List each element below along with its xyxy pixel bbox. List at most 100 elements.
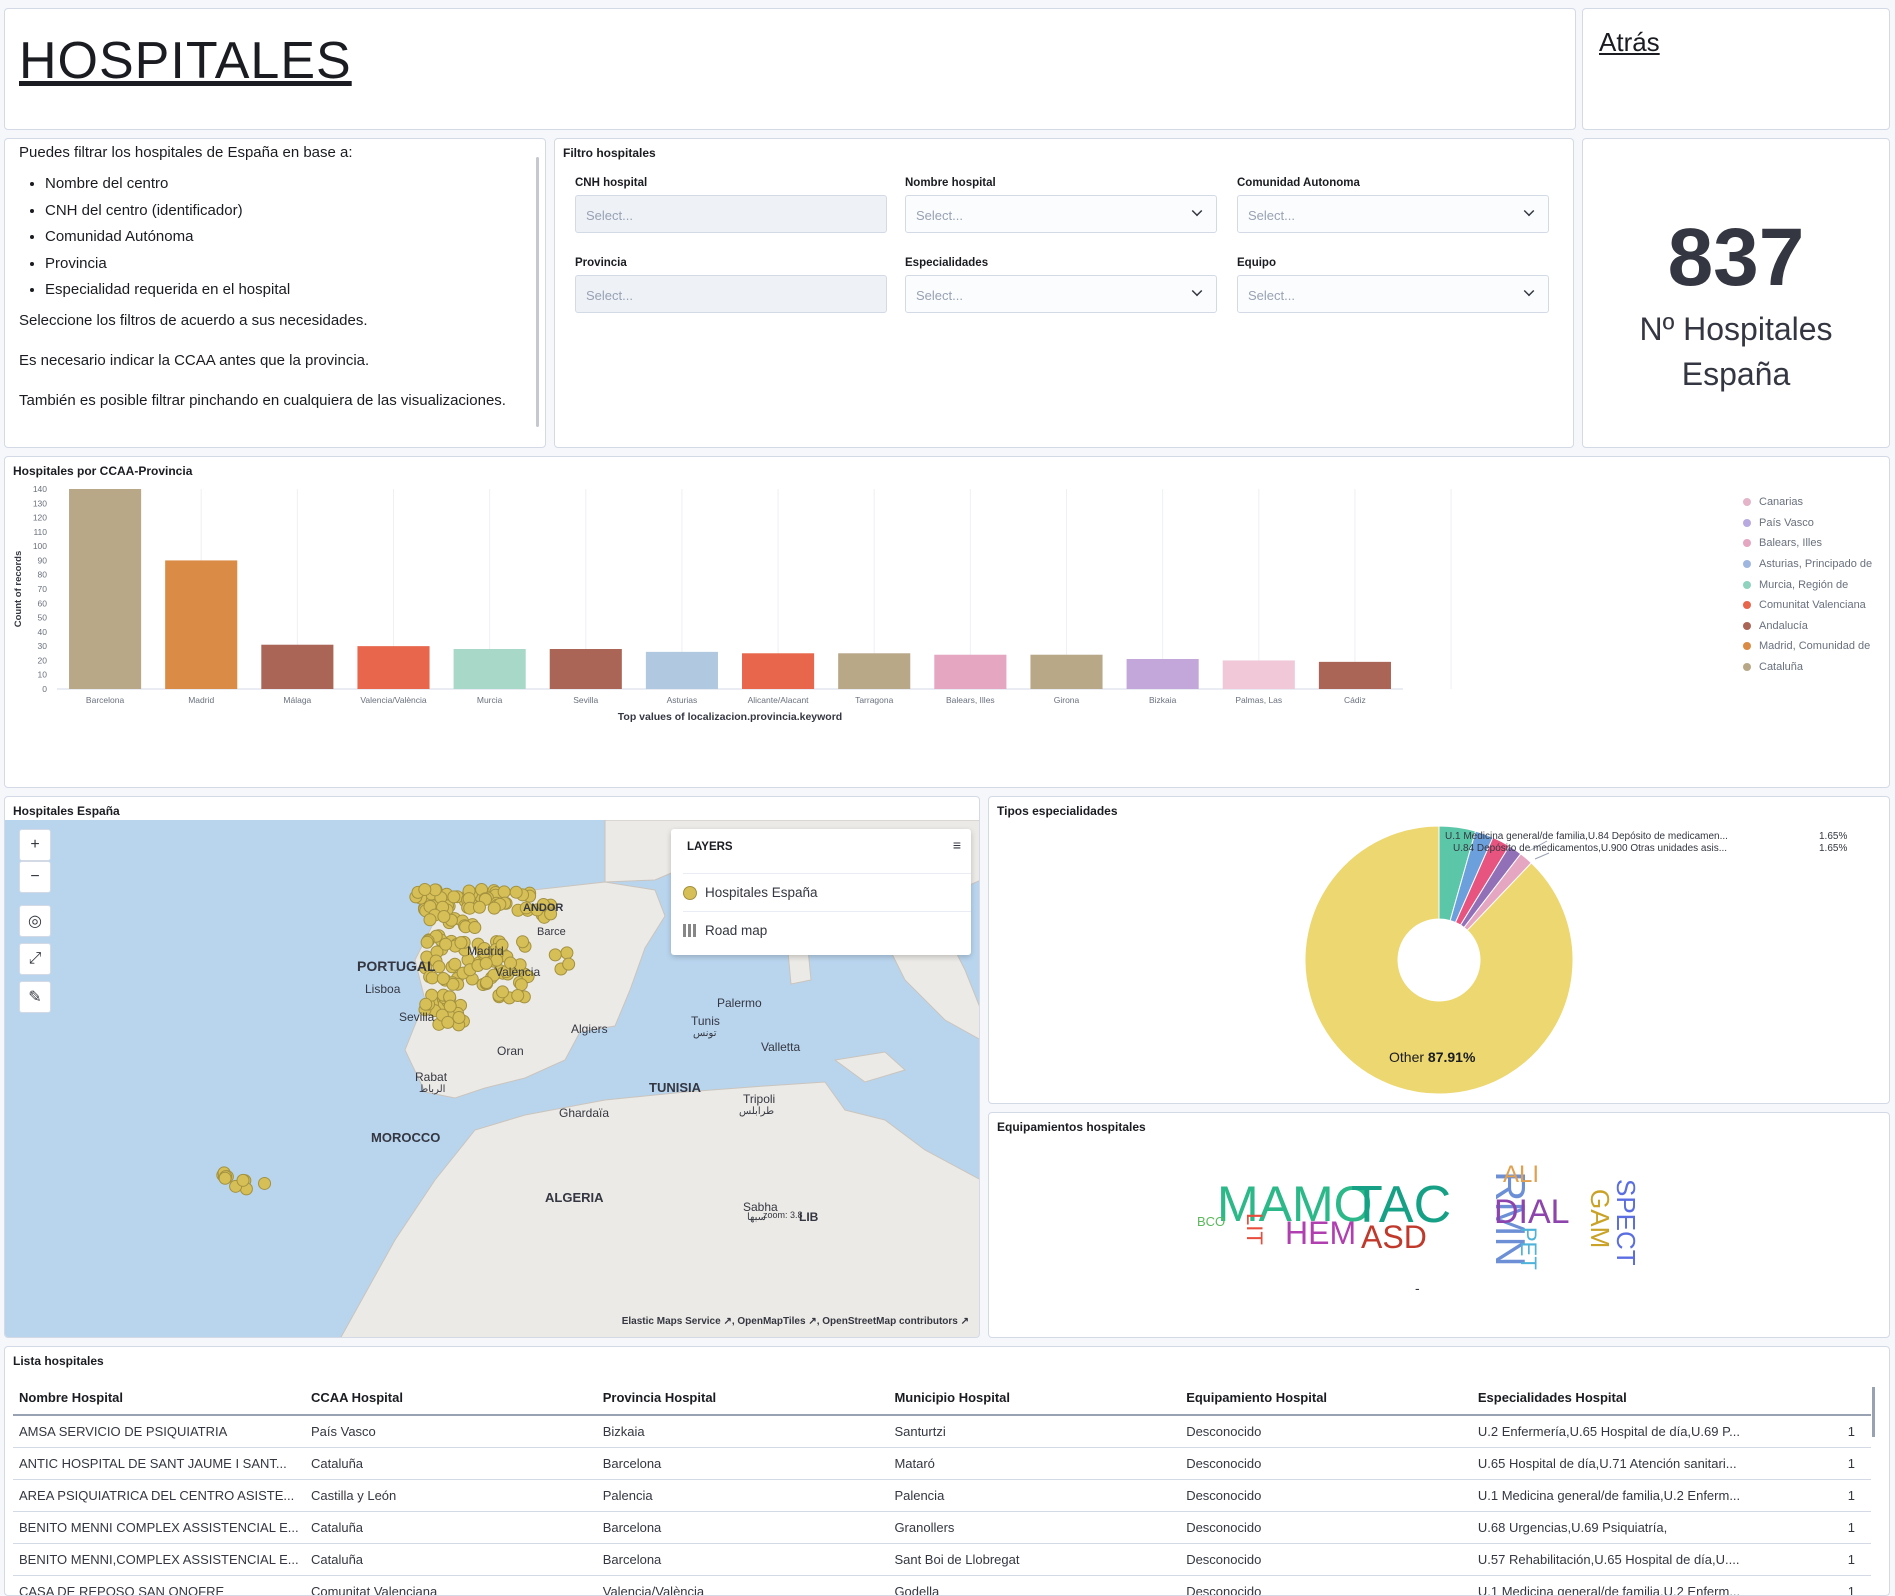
hospital-point[interactable]: [418, 882, 432, 896]
column-header[interactable]: Nombre Hospital: [13, 1381, 305, 1416]
legend-label: Asturias, Principado de: [1759, 558, 1873, 571]
ccaa-select[interactable]: Select...: [1237, 195, 1549, 233]
layer-roadmap[interactable]: Road map: [683, 911, 971, 949]
hospital-point[interactable]: [548, 948, 562, 962]
legend-item[interactable]: Cataluña: [1743, 657, 1872, 678]
cloud-word[interactable]: BCO: [1197, 1215, 1225, 1228]
hospital-point[interactable]: [516, 935, 530, 949]
cnh-select[interactable]: Select...: [575, 195, 887, 233]
hospital-point[interactable]: [468, 920, 482, 934]
column-header[interactable]: Especialidades Hospital: [1471, 1381, 1842, 1416]
hospital-point[interactable]: [495, 985, 509, 999]
equipo-select[interactable]: Select...: [1237, 275, 1549, 313]
legend-item[interactable]: Murcia, Región de: [1743, 574, 1872, 595]
nombre-select[interactable]: Select...: [905, 195, 1217, 233]
bar[interactable]: [165, 560, 238, 689]
bar[interactable]: [838, 653, 911, 689]
legend-item[interactable]: Andalucía: [1743, 616, 1872, 637]
cloud-word[interactable]: LIT: [1242, 1213, 1267, 1245]
hospital-point[interactable]: [441, 1015, 455, 1029]
bar[interactable]: [69, 489, 142, 689]
table-row[interactable]: BENITO MENNI,COMPLEX ASSISTENCIAL E... Ca…: [13, 1543, 1871, 1576]
hospital-point[interactable]: [472, 900, 486, 914]
hospital-point[interactable]: [447, 890, 461, 904]
hospital-point[interactable]: [236, 1173, 250, 1187]
hospital-point[interactable]: [436, 972, 450, 986]
bar[interactable]: [742, 653, 815, 689]
bar[interactable]: [1318, 661, 1391, 689]
legend-label: Andalucía: [1759, 619, 1808, 632]
map-attribution[interactable]: Elastic Maps Service ↗, OpenMapTiles ↗, …: [622, 1316, 969, 1327]
back-link[interactable]: Atrás: [1599, 27, 1660, 58]
hospital-point[interactable]: [423, 913, 437, 927]
locate-icon[interactable]: ◎: [19, 905, 51, 937]
column-header[interactable]: [1841, 1381, 1871, 1416]
column-header[interactable]: Provincia Hospital: [596, 1381, 889, 1416]
y-tick-label: 0: [42, 684, 47, 694]
table-row[interactable]: ANTIC HOSPITAL DE SANT JAUME I SANT... Ca…: [13, 1447, 1871, 1480]
legend-item[interactable]: Balears, Illes: [1743, 533, 1872, 554]
cloud-word[interactable]: ALI: [1503, 1163, 1539, 1187]
bar[interactable]: [1222, 660, 1295, 689]
collapse-layers-icon[interactable]: ≡: [953, 837, 961, 853]
hospital-point[interactable]: [454, 936, 468, 950]
column-header[interactable]: CCAA Hospital: [304, 1381, 597, 1416]
scrollbar[interactable]: [536, 157, 539, 427]
table-cell: Barcelona: [596, 1543, 889, 1576]
table-cell: U.57 Rehabilitación,U.65 Hospital de día…: [1471, 1543, 1842, 1576]
hospital-point[interactable]: [562, 957, 576, 971]
table-row[interactable]: AMSA SERVICIO DE PSIQUIATRIA País Vasco Bi…: [13, 1415, 1871, 1448]
hospital-point[interactable]: [437, 910, 451, 924]
legend-item[interactable]: Comunitat Valenciana: [1743, 595, 1872, 616]
hospital-point[interactable]: [420, 935, 434, 949]
hospital-point[interactable]: [479, 956, 493, 970]
column-header[interactable]: Equipamiento Hospital: [1180, 1381, 1472, 1416]
bar[interactable]: [261, 644, 334, 689]
bar[interactable]: [645, 651, 718, 689]
bar[interactable]: [1030, 654, 1103, 689]
cloud-word[interactable]: HEM: [1285, 1217, 1356, 1249]
cloud-word[interactable]: SPECT: [1611, 1179, 1641, 1266]
cloud-word[interactable]: PET: [1516, 1227, 1541, 1270]
hospital-point[interactable]: [419, 997, 433, 1011]
select-placeholder: Select...: [1248, 288, 1295, 303]
cloud-word[interactable]: DIAL: [1494, 1195, 1570, 1229]
hospital-point[interactable]: [218, 1171, 232, 1185]
filter-cnh: CNH hospital Select...: [575, 177, 887, 233]
legend-item[interactable]: País Vasco: [1743, 513, 1872, 534]
table-row[interactable]: BENITO MENNI COMPLEX ASSISTENCIAL E... Ca…: [13, 1511, 1871, 1544]
hospital-point[interactable]: [439, 937, 453, 951]
column-header[interactable]: Municipio Hospital: [888, 1381, 1181, 1416]
layer-hospitales[interactable]: Hospitales España: [683, 873, 971, 911]
scrollbar[interactable]: [1872, 1387, 1875, 1437]
bar[interactable]: [357, 646, 430, 689]
hospital-point[interactable]: [480, 976, 494, 990]
hospital-point[interactable]: [487, 901, 501, 915]
legend-item[interactable]: Asturias, Principado de: [1743, 554, 1872, 575]
cloud-word[interactable]: GAM: [1585, 1189, 1615, 1248]
zoom-out-icon[interactable]: −: [19, 861, 51, 893]
draw-tool-icon[interactable]: ✎: [19, 981, 51, 1013]
legend-item[interactable]: Madrid, Comunidad de: [1743, 636, 1872, 657]
bar[interactable]: [1126, 659, 1199, 689]
hospital-point[interactable]: [258, 1176, 272, 1190]
bar[interactable]: [934, 654, 1007, 689]
hospital-point[interactable]: [514, 978, 528, 992]
hospital-point[interactable]: [497, 885, 511, 899]
bar[interactable]: [549, 649, 622, 689]
hospital-point[interactable]: [452, 1011, 466, 1025]
table-row[interactable]: AREA PSIQUIATRICA DEL CENTRO ASISTE... Ca…: [13, 1479, 1871, 1512]
cloud-word[interactable]: ASD: [1361, 1221, 1427, 1253]
zoom-in-icon[interactable]: +: [19, 829, 51, 861]
fullscreen-icon[interactable]: ⤢: [19, 943, 51, 975]
legend-item[interactable]: Canarias: [1743, 492, 1872, 513]
hospital-point[interactable]: [509, 885, 523, 899]
table-row[interactable]: CASA DE REPOSO SAN ONOFRE Comunitat Valen…: [13, 1575, 1871, 1595]
cloud-word[interactable]: -: [1415, 1281, 1420, 1295]
especialidades-select[interactable]: Select...: [905, 275, 1217, 313]
hospital-point[interactable]: [511, 988, 525, 1002]
bar[interactable]: [453, 649, 526, 689]
hospital-point[interactable]: [560, 946, 574, 960]
hospital-point[interactable]: [443, 999, 457, 1013]
provincia-select[interactable]: Select...: [575, 275, 887, 313]
